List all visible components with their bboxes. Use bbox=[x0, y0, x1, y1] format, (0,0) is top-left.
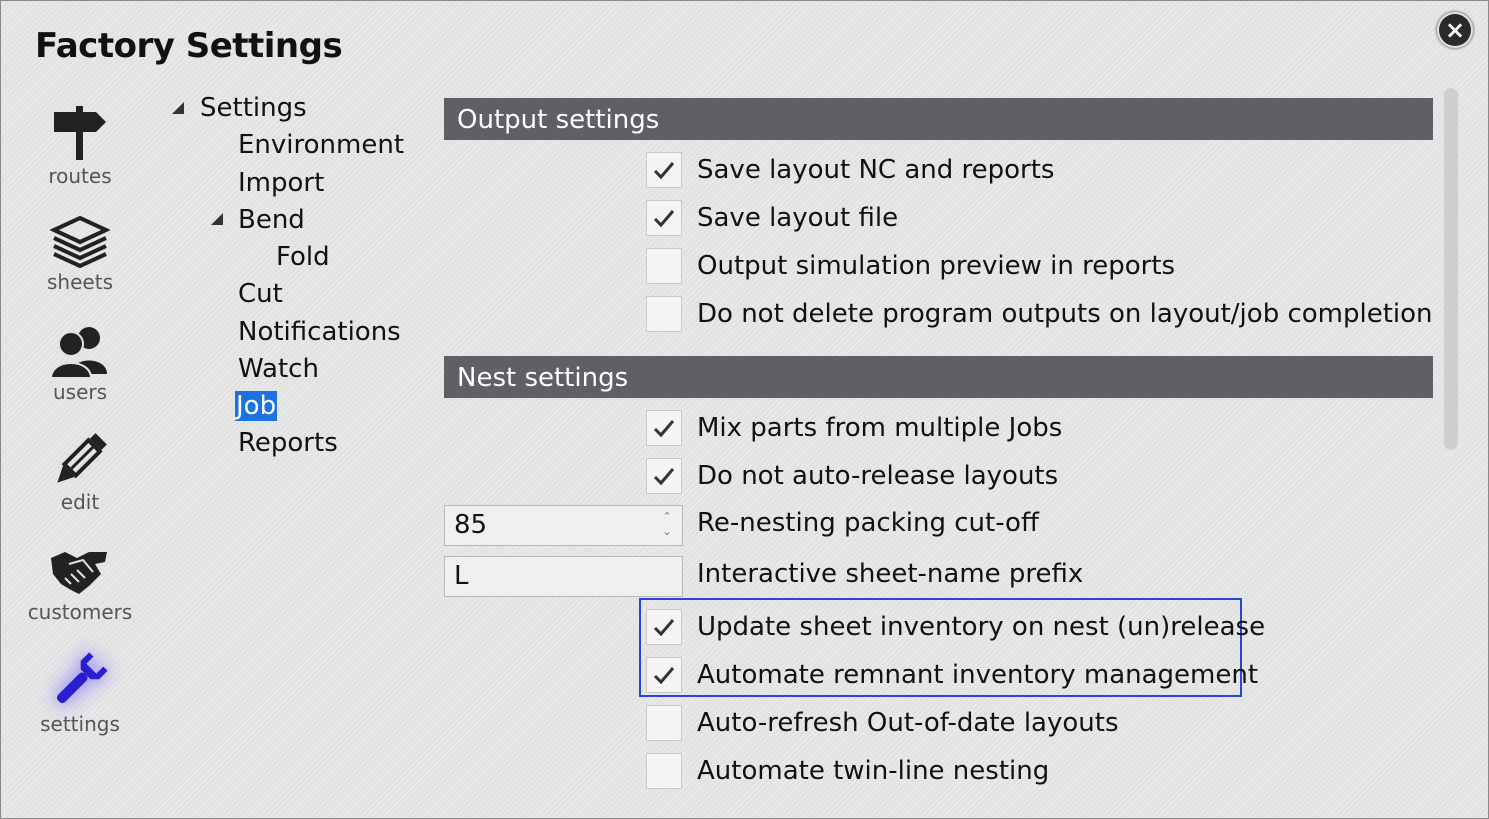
checkbox[interactable] bbox=[646, 753, 682, 789]
output-settings-header: Output settings bbox=[444, 98, 1433, 140]
nest-settings-header: Nest settings bbox=[444, 356, 1433, 398]
checkbox[interactable] bbox=[646, 609, 682, 645]
tree-item-fold[interactable]: Fold bbox=[276, 240, 330, 274]
checkbox[interactable] bbox=[646, 296, 682, 332]
option-mix-parts[interactable]: Mix parts from multiple Jobs bbox=[646, 408, 1062, 448]
spinner-arrows-icon[interactable]: ⌃ ⌄ bbox=[660, 509, 674, 543]
nav-users[interactable]: users bbox=[20, 324, 140, 404]
close-icon[interactable]: × bbox=[1439, 14, 1471, 46]
nav-sheets[interactable]: sheets bbox=[20, 216, 140, 294]
wrench-icon bbox=[56, 652, 108, 704]
stack-icon bbox=[50, 216, 110, 268]
check-icon bbox=[653, 420, 675, 438]
nav-routes[interactable]: routes bbox=[20, 104, 140, 188]
option-label: Do not auto-release layouts bbox=[697, 461, 1059, 491]
nav-label-sheets: sheets bbox=[47, 270, 113, 294]
nav-label-edit: edit bbox=[60, 490, 100, 514]
tree-item-cut[interactable]: Cut bbox=[238, 277, 283, 311]
option-auto-refresh[interactable]: Auto-refresh Out-of-date layouts bbox=[646, 703, 1118, 743]
nav-label-customers: customers bbox=[27, 600, 133, 624]
check-icon bbox=[653, 468, 675, 486]
option-no-auto-release[interactable]: Do not auto-release layouts bbox=[646, 456, 1058, 496]
option-automate-remnant[interactable]: Automate remnant inventory management bbox=[646, 655, 1258, 695]
checkbox[interactable] bbox=[646, 458, 682, 494]
option-label: Update sheet inventory on nest (un)relea… bbox=[697, 612, 1266, 642]
tree-item-settings[interactable]: Settings bbox=[200, 91, 307, 125]
option-output-simulation[interactable]: Output simulation preview in reports bbox=[646, 246, 1175, 286]
option-label: Save layout NC and reports bbox=[697, 155, 1055, 185]
tree-item-job-label: Job bbox=[235, 391, 278, 421]
check-icon bbox=[653, 619, 675, 637]
window-title: Factory Settings bbox=[35, 26, 343, 66]
option-label: Save layout file bbox=[697, 203, 899, 233]
tree-item-watch[interactable]: Watch bbox=[238, 352, 319, 386]
sheet-name-prefix-field[interactable]: L bbox=[444, 556, 683, 597]
repacking-cutoff-stepper[interactable]: 85 ⌃ ⌄ bbox=[444, 505, 683, 546]
option-label: Mix parts from multiple Jobs bbox=[697, 413, 1063, 443]
checkbox[interactable] bbox=[646, 410, 682, 446]
nav-label-users: users bbox=[52, 380, 108, 404]
option-label: Output simulation preview in reports bbox=[697, 251, 1176, 281]
sheet-name-prefix-value: L bbox=[454, 561, 469, 591]
tree-item-import[interactable]: Import bbox=[238, 166, 324, 200]
signpost-icon bbox=[54, 106, 106, 160]
option-label: Automate twin-line nesting bbox=[697, 756, 1050, 786]
handshake-icon bbox=[51, 552, 107, 594]
checkbox[interactable] bbox=[646, 705, 682, 741]
option-save-layout-file[interactable]: Save layout file bbox=[646, 198, 898, 238]
repacking-cutoff-value: 85 bbox=[454, 510, 488, 540]
tree-item-reports[interactable]: Reports bbox=[238, 426, 338, 460]
check-icon bbox=[653, 210, 675, 228]
checkbox[interactable] bbox=[646, 248, 682, 284]
checkbox[interactable] bbox=[646, 200, 682, 236]
tree-item-bend[interactable]: Bend bbox=[238, 203, 305, 237]
collapse-arrow-icon[interactable] bbox=[211, 213, 223, 225]
nav-customers[interactable]: customers bbox=[20, 544, 140, 624]
vertical-scrollbar[interactable] bbox=[1444, 88, 1458, 450]
nav-settings[interactable]: settings bbox=[20, 650, 140, 736]
tree-item-environment[interactable]: Environment bbox=[238, 128, 404, 162]
tree-item-notifications[interactable]: Notifications bbox=[238, 315, 401, 349]
check-icon bbox=[653, 667, 675, 685]
checkbox[interactable] bbox=[646, 152, 682, 188]
option-update-sheet-inventory[interactable]: Update sheet inventory on nest (un)relea… bbox=[646, 607, 1265, 647]
tree-item-job[interactable]: Job bbox=[235, 389, 278, 423]
nav-label-settings: settings bbox=[40, 712, 120, 736]
option-do-not-delete-outputs[interactable]: Do not delete program outputs on layout/… bbox=[646, 294, 1433, 334]
users-icon bbox=[49, 327, 107, 378]
check-icon bbox=[653, 162, 675, 180]
sheet-name-prefix-label: Interactive sheet-name prefix bbox=[697, 559, 1084, 589]
collapse-arrow-icon[interactable] bbox=[172, 102, 184, 114]
nav-label-routes: routes bbox=[48, 164, 112, 188]
nav-edit[interactable]: edit bbox=[20, 432, 140, 514]
repacking-cutoff-label: Re-nesting packing cut-off bbox=[697, 508, 1039, 538]
option-twin-line-nesting[interactable]: Automate twin-line nesting bbox=[646, 751, 1049, 791]
pencil-icon bbox=[57, 433, 107, 483]
option-save-layout-nc[interactable]: Save layout NC and reports bbox=[646, 150, 1054, 190]
option-label: Automate remnant inventory management bbox=[697, 660, 1259, 690]
option-label: Auto-refresh Out-of-date layouts bbox=[697, 708, 1119, 738]
checkbox[interactable] bbox=[646, 657, 682, 693]
option-label: Do not delete program outputs on layout/… bbox=[697, 299, 1433, 329]
